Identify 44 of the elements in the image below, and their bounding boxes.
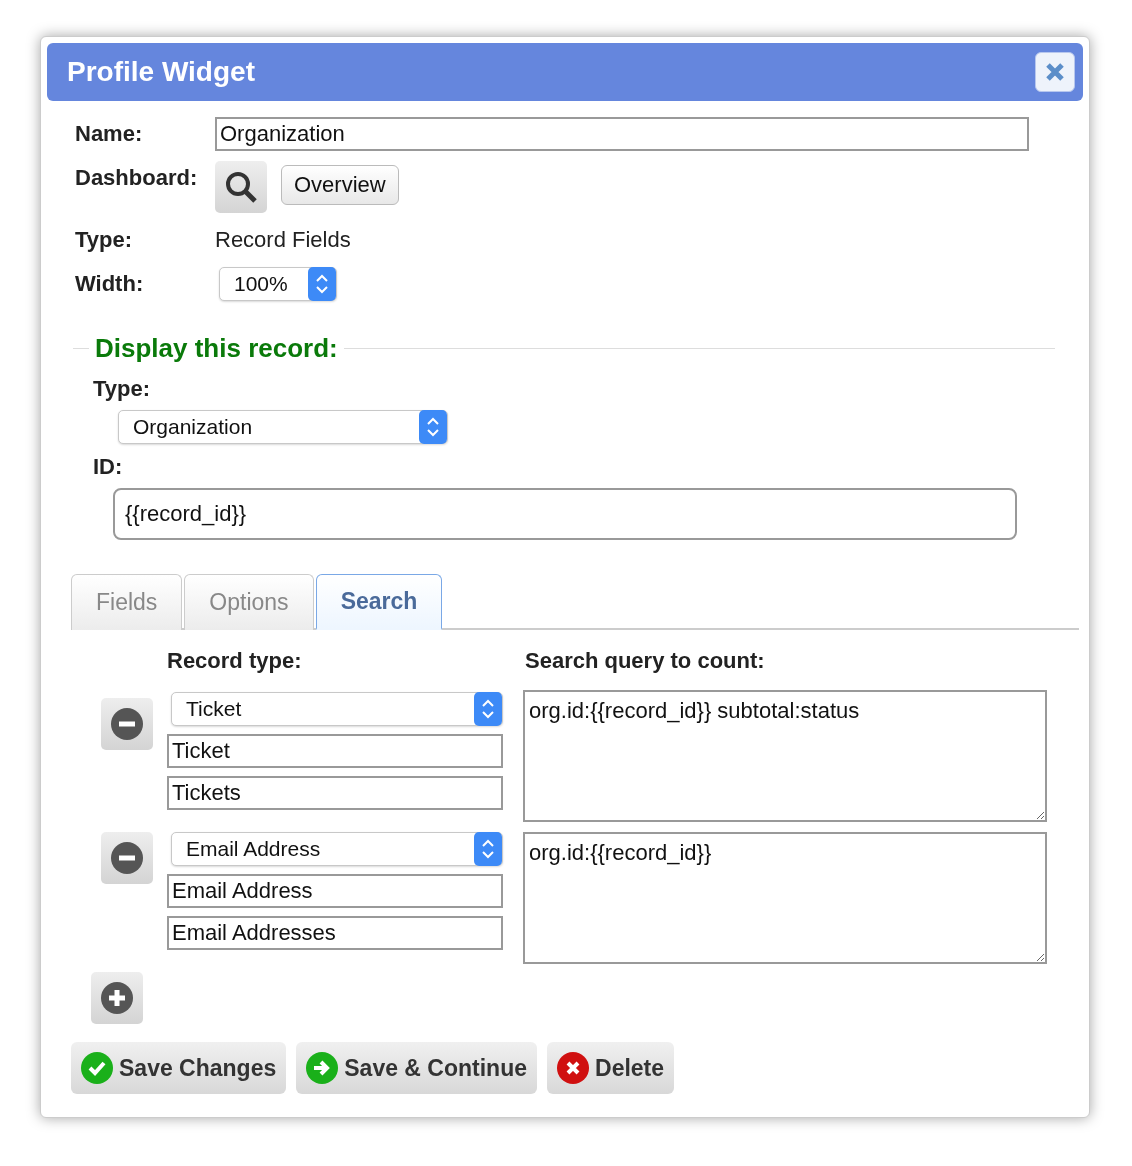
singular-field[interactable]: Ticket xyxy=(167,734,503,768)
delete-button[interactable]: Delete xyxy=(547,1042,675,1094)
field-label: Type: xyxy=(93,375,152,403)
plural-field[interactable]: Email Addresses xyxy=(167,916,503,950)
search-icon xyxy=(224,170,258,204)
query-field[interactable]: org.id:{{record_id}} subtotal:status xyxy=(523,690,1047,822)
id-field[interactable]: {{record_id}} xyxy=(113,488,1017,540)
field-label: Dashboard: xyxy=(75,164,199,192)
plural-field[interactable]: Tickets xyxy=(167,776,503,810)
type-value: Record Fields xyxy=(215,226,352,254)
stepper-icon xyxy=(474,832,502,866)
close-icon xyxy=(1045,62,1065,82)
field-label: Width: xyxy=(75,270,145,298)
tab[interactable]: Search xyxy=(315,574,443,630)
remove-button[interactable] xyxy=(101,698,153,750)
minus-icon xyxy=(111,708,143,740)
width-select[interactable]: 100% xyxy=(219,267,337,301)
plus-icon xyxy=(101,982,133,1014)
section-legend: Display this record: xyxy=(95,333,338,364)
close-button[interactable] xyxy=(1035,52,1075,92)
record-type-select[interactable]: Ticket xyxy=(171,692,503,726)
add-button[interactable] xyxy=(91,972,143,1024)
field-label: Name: xyxy=(75,120,144,148)
stepper-icon xyxy=(474,692,502,726)
window-title: Profile Widget xyxy=(67,56,255,88)
check-icon xyxy=(81,1052,113,1084)
stepper-icon xyxy=(308,267,336,301)
singular-field[interactable]: Email Address xyxy=(167,874,503,908)
record-type-select[interactable]: Organization xyxy=(118,410,448,444)
record-type-select[interactable]: Email Address xyxy=(171,832,503,866)
continue-button[interactable]: Save & Continue xyxy=(296,1042,537,1094)
column-heading: Search query to count: xyxy=(525,648,766,674)
remove-button[interactable] xyxy=(101,832,153,884)
search-button[interactable] xyxy=(215,161,267,213)
field-label: Type: xyxy=(75,226,134,254)
query-field[interactable]: org.id:{{record_id}} xyxy=(523,832,1047,964)
name-field[interactable]: Organization xyxy=(215,117,1029,151)
overview-button[interactable]: Overview xyxy=(281,165,399,205)
field-label: ID: xyxy=(93,453,124,481)
stepper-icon xyxy=(419,410,447,444)
x-icon xyxy=(557,1052,589,1084)
column-heading: Record type: xyxy=(167,648,303,674)
save-button[interactable]: Save Changes xyxy=(71,1042,287,1094)
minus-icon xyxy=(111,842,143,874)
